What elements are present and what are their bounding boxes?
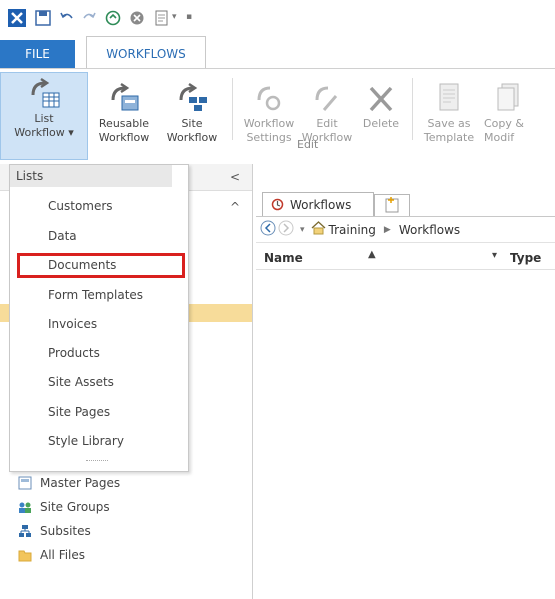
save-as-template-icon	[436, 78, 462, 114]
delete-icon	[366, 78, 396, 114]
copy-modify-label-2: Modif	[484, 131, 515, 144]
history-dropdown-icon[interactable]: ▾	[300, 225, 305, 235]
nav-item-all-files[interactable]: All Files	[18, 548, 85, 562]
new-tab-icon	[385, 197, 399, 213]
redo-icon[interactable]	[80, 9, 98, 27]
breadcrumb: ▾ Training ▶ Workflows	[256, 216, 555, 243]
app-logo-icon	[8, 9, 26, 27]
breadcrumb-site[interactable]: Training	[329, 223, 376, 237]
ribbon-separator	[232, 78, 233, 140]
stop-icon[interactable]	[128, 9, 146, 27]
sort-ascending-icon: ▲	[368, 249, 376, 260]
site-workflow-label-1: Site	[181, 117, 203, 130]
save-icon[interactable]	[34, 9, 52, 27]
scroll-up-button[interactable]: ^	[230, 200, 240, 214]
reusable-workflow-label-1: Reusable	[98, 117, 150, 130]
breadcrumb-current[interactable]: Workflows	[399, 223, 460, 237]
delete-button[interactable]: Delete	[356, 78, 406, 148]
column-header-type[interactable]: Type	[510, 251, 541, 265]
back-button[interactable]	[260, 220, 276, 239]
workflow-tab-icon	[271, 198, 284, 211]
delete-label: Delete	[362, 117, 400, 130]
column-header-row: Name ▲ ▾ Type	[256, 249, 555, 270]
nav-item-label: Master Pages	[40, 476, 121, 490]
ribbon-separator	[412, 78, 413, 140]
copy-modify-button[interactable]: Copy & Modif	[478, 78, 555, 148]
dropdown-header: Lists	[10, 165, 172, 187]
dropdown-item-customers[interactable]: Customers	[48, 199, 113, 213]
dropdown-item-products[interactable]: Products	[48, 346, 100, 360]
list-workflow-icon	[27, 73, 61, 109]
preview-dropdown-icon[interactable]: ▾	[172, 12, 177, 22]
reusable-workflow-label-2: Workflow	[98, 131, 150, 144]
nav-item-label: Site Groups	[40, 500, 110, 514]
undo-icon[interactable]	[58, 9, 76, 27]
master-pages-icon	[18, 476, 32, 490]
nav-item-label: Subsites	[40, 524, 91, 538]
nav-item-site-groups[interactable]: Site Groups	[18, 500, 110, 514]
workflow-settings-icon	[254, 78, 284, 114]
dropdown-item-form-templates[interactable]: Form Templates	[48, 288, 143, 302]
dropdown-item-site-assets[interactable]: Site Assets	[48, 375, 114, 389]
dropdown-resize-grip[interactable]	[86, 460, 108, 464]
new-tab-button[interactable]	[374, 194, 410, 216]
subsites-icon	[19, 525, 31, 537]
dropdown-item-style-library[interactable]: Style Library	[48, 434, 124, 448]
column-filter-icon[interactable]: ▾	[492, 250, 497, 261]
list-workflow-label-1: List	[34, 112, 54, 125]
reusable-workflow-button[interactable]: Reusable Workflow	[88, 78, 160, 148]
site-workflow-button[interactable]: Site Workflow	[158, 78, 226, 148]
site-workflow-label-2: Workflow	[166, 131, 218, 144]
list-workflow-label-2: Workflow ▾	[14, 126, 74, 139]
nav-item-label: All Files	[40, 548, 86, 562]
copy-modify-icon	[478, 78, 522, 114]
column-header-name[interactable]: Name	[264, 251, 303, 265]
collapse-nav-button[interactable]: <	[230, 170, 240, 184]
tab-workflows[interactable]: WORKFLOWS	[86, 36, 206, 70]
save-as-template-button[interactable]: Save as Template	[420, 78, 478, 148]
edit-group-label: Edit	[297, 138, 319, 151]
tab-file[interactable]: FILE	[0, 40, 75, 68]
save-as-template-label-1: Save as	[427, 117, 471, 130]
copy-modify-label-1: Copy &	[484, 117, 524, 130]
highlight-box-documents	[17, 253, 185, 278]
breadcrumb-separator: ▶	[383, 224, 391, 235]
forward-button[interactable]	[278, 220, 294, 239]
save-as-template-label-2: Template	[423, 131, 475, 144]
workflow-settings-label-2: Settings	[246, 131, 292, 144]
site-groups-icon	[19, 502, 31, 513]
edit-workflow-label-1: Edit	[316, 117, 338, 130]
tab-workflows-document[interactable]: Workflows	[262, 192, 374, 216]
workflow-settings-label-1: Workflow	[243, 117, 295, 130]
sync-icon[interactable]	[104, 9, 122, 27]
dropdown-item-site-pages[interactable]: Site Pages	[48, 405, 110, 419]
list-workflow-button[interactable]: List Workflow ▾	[0, 72, 88, 160]
reusable-workflow-icon	[107, 78, 141, 114]
workflow-settings-button[interactable]: Workflow Settings	[238, 78, 300, 148]
site-workflow-icon	[175, 78, 209, 114]
nav-item-master-pages[interactable]: Master Pages	[18, 476, 120, 490]
dropdown-item-invoices[interactable]: Invoices	[48, 317, 97, 331]
home-icon	[311, 221, 326, 238]
preview-in-browser-icon[interactable]	[153, 9, 171, 27]
nav-item-subsites[interactable]: Subsites	[18, 524, 91, 538]
dropdown-item-data[interactable]: Data	[48, 229, 77, 243]
tab-label: Workflows	[290, 197, 352, 212]
folder-icon	[18, 550, 32, 562]
customize-qat-icon[interactable]: ▪	[186, 12, 192, 22]
edit-workflow-icon	[312, 78, 342, 114]
